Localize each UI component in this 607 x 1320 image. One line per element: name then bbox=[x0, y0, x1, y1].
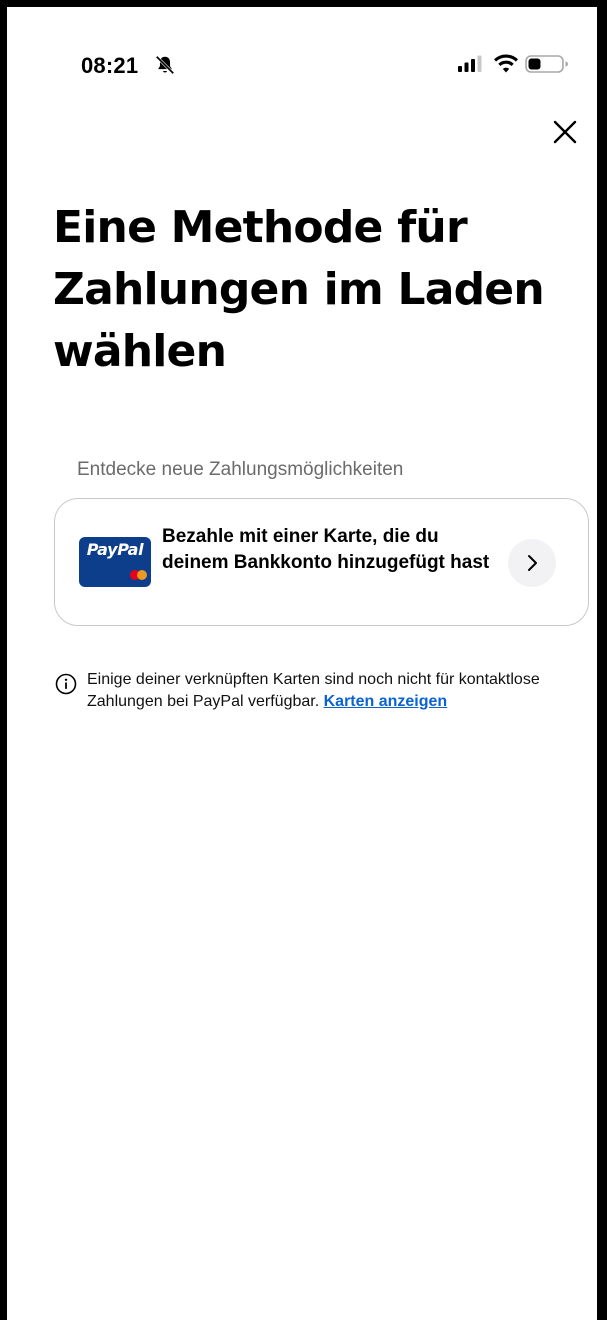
status-time: 08:21 bbox=[81, 53, 139, 78]
info-message: Einige deiner verknüpften Karten sind no… bbox=[87, 671, 540, 710]
signal-icon bbox=[458, 55, 482, 72]
info-icon bbox=[55, 673, 77, 695]
chevron-right-icon bbox=[528, 555, 537, 571]
info-text: Einige deiner verknüpften Karten sind no… bbox=[87, 669, 542, 713]
paypal-logo: PayPal bbox=[86, 540, 144, 559]
screen: 08:21 Eine Methode für Zahlungen im Lade… bbox=[3, 3, 601, 1320]
wifi-icon bbox=[494, 54, 518, 73]
pay-with-card-option[interactable]: PayPal Bezahle mit einer Karte, die du d… bbox=[54, 498, 589, 626]
close-button[interactable] bbox=[548, 115, 582, 149]
option-text: Bezahle mit einer Karte, die du deinem B… bbox=[162, 526, 490, 573]
section-label: Entdecke neue Zahlungsmöglichkeiten bbox=[77, 459, 404, 480]
page-title: Eine Methode für Zahlungen im Laden wähl… bbox=[53, 202, 545, 377]
mastercard-yellow-circle bbox=[137, 570, 147, 580]
bell-muted-icon bbox=[155, 55, 175, 75]
status-bar: 08:21 bbox=[7, 7, 597, 117]
battery-icon bbox=[525, 55, 568, 73]
close-icon bbox=[553, 120, 577, 144]
paypal-card-icon: PayPal bbox=[79, 537, 151, 587]
option-chevron-button[interactable] bbox=[508, 539, 556, 587]
show-cards-link[interactable]: Karten anzeigen bbox=[324, 693, 448, 710]
